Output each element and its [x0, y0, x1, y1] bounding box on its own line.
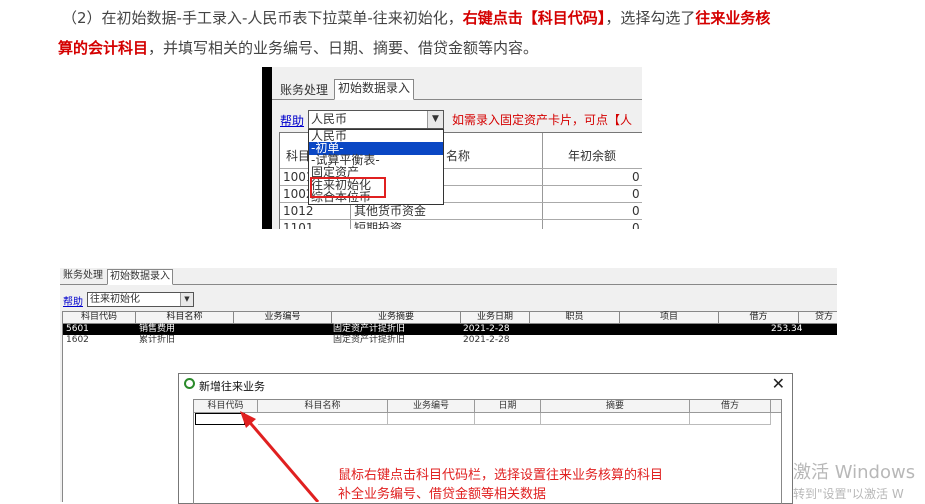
- activation-watermark: 激活 Windows: [793, 462, 916, 483]
- arrow-shaft: [244, 417, 320, 502]
- annotation-arrow: [240, 411, 320, 502]
- activation-watermark-sub: 转到"设置"以激活 W: [793, 487, 904, 501]
